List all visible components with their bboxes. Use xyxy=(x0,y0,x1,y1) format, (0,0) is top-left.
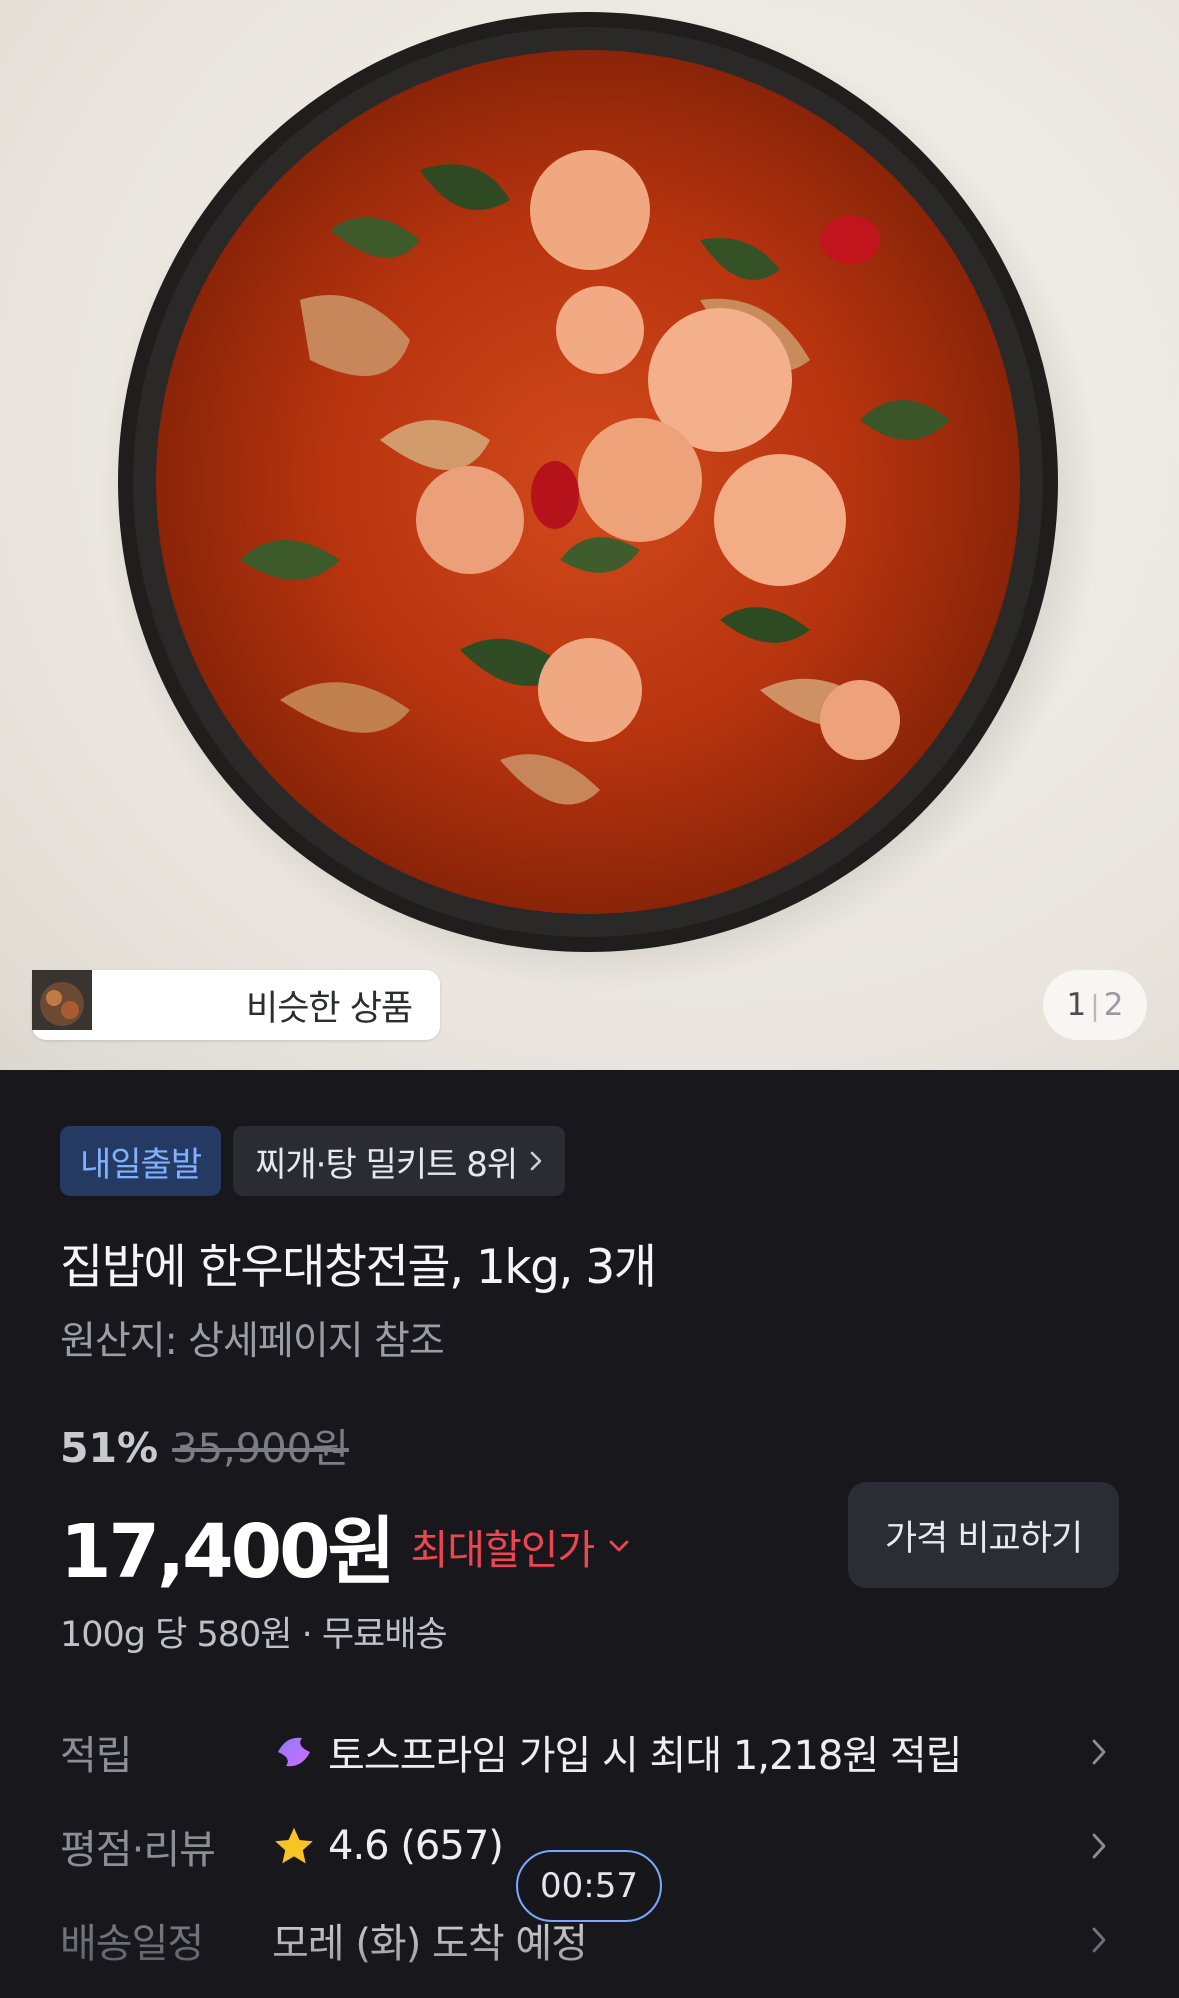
similar-products-chip[interactable]: 비슷한 상품 xyxy=(32,970,440,1040)
image-page-total: 2 xyxy=(1103,987,1124,1023)
image-page-indicator: 1 | 2 xyxy=(1043,970,1147,1040)
delivery-schedule-label: 배송일정 xyxy=(60,1921,204,1967)
product-title: 집밥에 한우대창전골, 1kg, 3개 xyxy=(60,1240,657,1295)
chevron-right-icon xyxy=(1092,1739,1106,1765)
rating-value: 4.6 (657) xyxy=(328,1823,504,1869)
chevron-right-icon xyxy=(530,1151,542,1171)
toss-prime-icon xyxy=(278,1737,310,1767)
product-image[interactable]: 비슷한 상품 1 | 2 xyxy=(0,0,1179,1070)
similar-products-label: 비슷한 상품 xyxy=(246,988,413,1029)
delivery-schedule-value: 모레 (화) 도착 예정 xyxy=(272,1921,588,1967)
star-icon xyxy=(275,1827,313,1864)
chevron-right-icon xyxy=(1092,1927,1106,1953)
reward-label: 적립 xyxy=(60,1733,133,1779)
delivery-badge: 내일출발 xyxy=(60,1126,222,1196)
reward-row[interactable]: 적립 토스프라임 가입 시 최대 1,218원 적립 xyxy=(60,1722,1120,1782)
reward-value-wrap: 토스프라임 가입 시 최대 1,218원 적립 xyxy=(272,1723,1090,1781)
compare-price-button[interactable]: 가격 비교하기 xyxy=(848,1482,1119,1588)
max-discount-toggle[interactable]: 최대할인가 xyxy=(411,1516,631,1576)
product-detail-page: 비슷한 상품 1 | 2 내일출발 찌개·탕 밀키트 8위 집밥에 한우대창전골… xyxy=(0,0,1179,1998)
similar-thumb-2 xyxy=(32,970,166,1035)
chevron-right-icon xyxy=(1092,1833,1106,1859)
product-tags: 내일출발 찌개·탕 밀키트 8위 xyxy=(60,1126,566,1196)
rating-value-wrap: 4.6 (657) xyxy=(272,1823,1090,1869)
discount-row: 51% 35,900원 xyxy=(60,1416,349,1474)
chevron-down-icon xyxy=(609,1540,629,1551)
unit-price-shipping: 100g 당 580원 · 무료배송 xyxy=(60,1615,448,1655)
price-row: 17,400원 최대할인가 xyxy=(60,1492,630,1599)
category-rank-link[interactable]: 찌개·탕 밀키트 8위 xyxy=(233,1126,566,1196)
category-rank-label: 찌개·탕 밀키트 8위 xyxy=(255,1144,518,1185)
stew-pot-illustration xyxy=(100,10,1100,990)
timer-badge: 00:57 xyxy=(516,1850,662,1922)
image-page-current: 1 xyxy=(1066,987,1087,1023)
max-discount-label: 최대할인가 xyxy=(410,1525,596,1574)
current-price: 17,400원 xyxy=(60,1509,396,1595)
product-origin: 원산지: 상세페이지 참조 xyxy=(60,1319,445,1364)
reward-value: 토스프라임 가입 시 최대 1,218원 적립 xyxy=(328,1733,962,1779)
rating-review-label: 평점·리뷰 xyxy=(60,1827,216,1873)
discount-rate: 51% xyxy=(60,1424,159,1472)
similar-thumb-3 xyxy=(32,970,232,1035)
original-price: 35,900원 xyxy=(172,1426,349,1472)
page-separator: | xyxy=(1090,988,1100,1022)
